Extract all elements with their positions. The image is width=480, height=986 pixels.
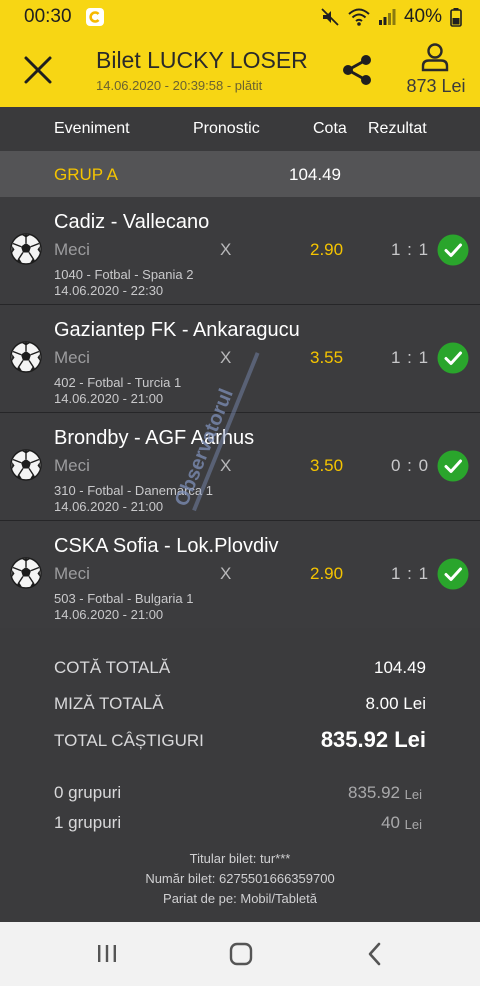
match-pick: X bbox=[220, 348, 232, 367]
totals-section: COTĂ TOTALĂ 104.49 MIZĂ TOTALĂ 8.00 Lei … bbox=[0, 628, 480, 922]
back-button[interactable] bbox=[360, 940, 390, 968]
football-icon bbox=[10, 233, 42, 265]
match-score: 1 : 1 bbox=[391, 240, 430, 259]
match-name: Brondby - AGF Aarhus bbox=[54, 427, 255, 449]
football-icon bbox=[10, 557, 42, 589]
match-meta: 503 - Fotbal - Bulgaria 1 bbox=[54, 591, 194, 606]
battery-icon bbox=[450, 8, 462, 27]
match-meta: 402 - Fotbal - Turcia 1 bbox=[54, 375, 182, 390]
signal-icon bbox=[378, 9, 396, 25]
column-header-pick: Pronostic bbox=[193, 120, 260, 137]
column-header-event: Eveniment bbox=[54, 120, 130, 137]
match-market: Meci bbox=[54, 456, 90, 475]
share-button[interactable] bbox=[336, 50, 380, 90]
football-icon bbox=[10, 341, 42, 373]
match-meta: 1040 - Fotbal - Spania 2 bbox=[54, 267, 194, 282]
won-check-icon bbox=[437, 558, 469, 590]
account-button[interactable]: 873 Lei bbox=[396, 40, 476, 102]
total-odds-value: 104.49 bbox=[374, 658, 426, 677]
column-header-odds: Cota bbox=[313, 120, 347, 137]
match-score: 1 : 1 bbox=[391, 348, 430, 367]
app-notification-icon bbox=[86, 8, 104, 26]
groups-summary-unit: Lei bbox=[404, 817, 422, 832]
status-icons: 40% bbox=[320, 5, 462, 29]
won-check-icon bbox=[437, 342, 469, 374]
match-pick: X bbox=[220, 240, 232, 259]
user-icon bbox=[421, 43, 449, 72]
ticket-subtitle: 14.06.2020 - 20:39:58 - plătit bbox=[96, 78, 263, 93]
ticket-placed-from: Pariat de pe: Mobil/Tabletă bbox=[163, 891, 317, 906]
battery-percent: 40% bbox=[403, 6, 442, 27]
recent-apps-icon bbox=[98, 945, 116, 962]
groups-summary-label: 1 grupuri bbox=[54, 813, 122, 832]
groups-summary-unit: Lei bbox=[404, 787, 422, 802]
match-row[interactable]: Gaziantep FK - Ankaragucu Meci X 3.55 1 … bbox=[0, 305, 480, 413]
group-row: GRUP A 104.49 bbox=[0, 151, 480, 197]
match-date: 14.06.2020 - 21:00 bbox=[54, 607, 164, 622]
total-odds-label: COTĂ TOTALĂ bbox=[54, 658, 171, 677]
group-odds: 104.49 bbox=[289, 165, 341, 184]
match-market: Meci bbox=[54, 240, 90, 259]
won-check-icon bbox=[437, 234, 469, 266]
ticket-number: Număr bilet: 6275501666359700 bbox=[145, 871, 335, 886]
match-market: Meci bbox=[54, 564, 90, 583]
match-row[interactable]: Brondby - AGF Aarhus Meci X 3.50 0 : 0 3… bbox=[0, 413, 480, 521]
match-date: 14.06.2020 - 22:30 bbox=[54, 283, 164, 298]
back-icon bbox=[368, 942, 381, 966]
share-icon bbox=[343, 55, 371, 85]
status-bar: 00:30 40% bbox=[0, 0, 480, 34]
match-date: 14.06.2020 - 21:00 bbox=[54, 391, 164, 406]
total-stake-label: MIZĂ TOTALĂ bbox=[54, 694, 164, 713]
home-button[interactable] bbox=[226, 940, 256, 968]
group-name: GRUP A bbox=[54, 165, 118, 184]
ticket-header: Bilet LUCKY LOSER 14.06.2020 - 20:39:58 … bbox=[0, 34, 480, 107]
match-row[interactable]: Cadiz - Vallecano Meci X 2.90 1 : 1 1040… bbox=[0, 197, 480, 305]
navigation-bar bbox=[0, 922, 480, 986]
groups-summary-value: 835.92 bbox=[348, 783, 400, 802]
match-name: Gaziantep FK - Ankaragucu bbox=[54, 319, 300, 341]
match-market: Meci bbox=[54, 348, 90, 367]
total-stake-value: 8.00 Lei bbox=[365, 694, 427, 713]
match-odds: 3.50 bbox=[310, 456, 344, 475]
groups-summary-value: 40 bbox=[381, 813, 400, 832]
status-time: 00:30 bbox=[24, 6, 72, 27]
match-row[interactable]: CSKA Sofia - Lok.Plovdiv Meci X 2.90 1 :… bbox=[0, 521, 480, 629]
total-win-value: 835.92 Lei bbox=[320, 727, 426, 752]
table-header: Eveniment Pronostic Cota Rezultat bbox=[0, 107, 480, 151]
match-score: 1 : 1 bbox=[391, 564, 430, 583]
match-odds: 2.90 bbox=[310, 240, 344, 259]
close-button[interactable] bbox=[16, 50, 60, 90]
recent-apps-button[interactable] bbox=[92, 940, 122, 968]
column-header-result: Rezultat bbox=[368, 120, 427, 137]
wifi-icon bbox=[348, 8, 370, 26]
match-name: CSKA Sofia - Lok.Plovdiv bbox=[54, 535, 279, 557]
match-name: Cadiz - Vallecano bbox=[54, 211, 210, 233]
mute-icon bbox=[321, 8, 339, 26]
football-icon bbox=[10, 449, 42, 481]
match-pick: X bbox=[220, 564, 232, 583]
match-meta: 310 - Fotbal - Danemarca 1 bbox=[54, 483, 213, 498]
match-date: 14.06.2020 - 21:00 bbox=[54, 499, 164, 514]
account-balance: 873 Lei bbox=[406, 76, 466, 96]
match-pick: X bbox=[220, 456, 232, 475]
match-score: 0 : 0 bbox=[391, 456, 430, 475]
ticket-title: Bilet LUCKY LOSER bbox=[96, 47, 308, 73]
total-win-label: TOTAL CÂȘTIGURI bbox=[54, 731, 204, 750]
groups-summary-label: 0 grupuri bbox=[54, 783, 122, 802]
match-odds: 3.55 bbox=[310, 348, 344, 367]
close-icon bbox=[24, 56, 52, 84]
home-icon bbox=[229, 942, 253, 966]
ticket-owner: Titular bilet: tur*** bbox=[189, 851, 291, 866]
won-check-icon bbox=[437, 450, 469, 482]
match-odds: 2.90 bbox=[310, 564, 344, 583]
